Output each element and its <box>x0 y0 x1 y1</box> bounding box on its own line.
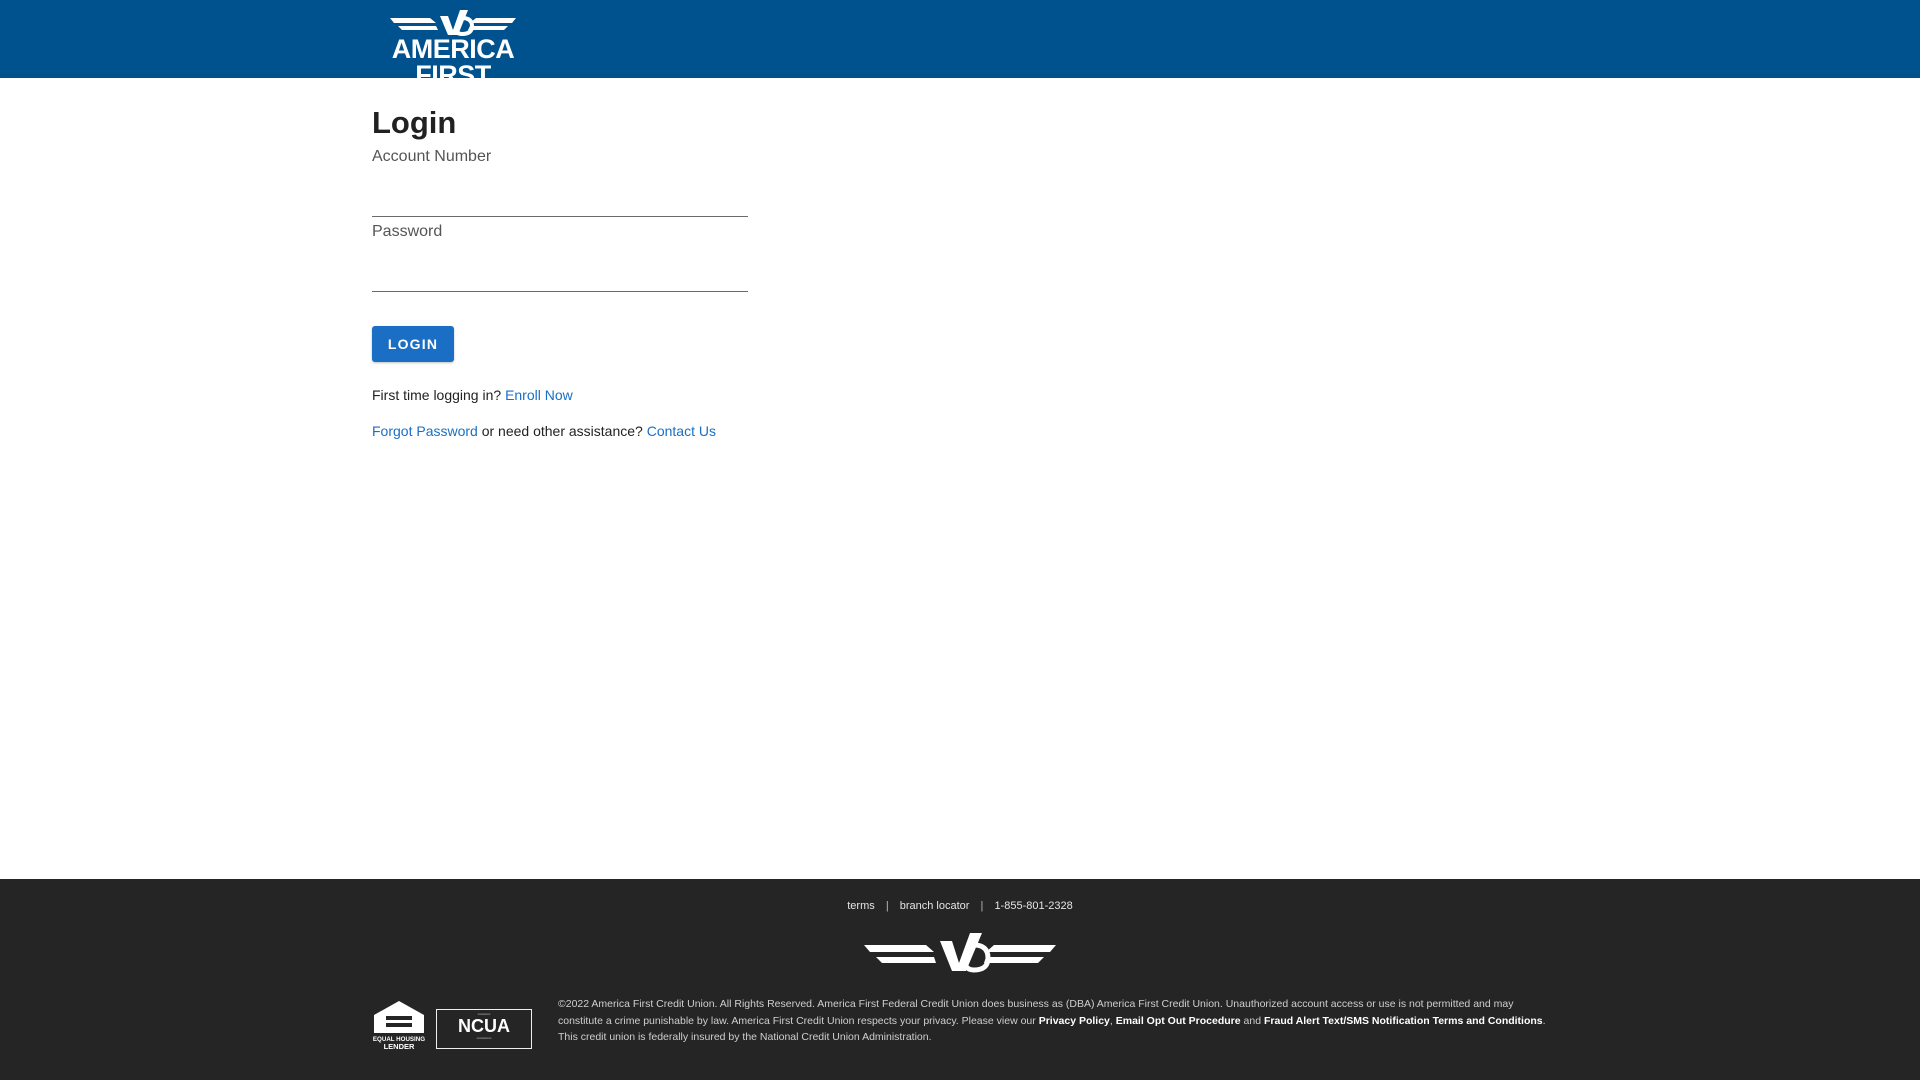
password-label: Password <box>372 223 443 240</box>
account-number-label: Account Number <box>372 148 492 165</box>
page-title: Login <box>372 105 457 140</box>
branch-locator-link[interactable]: branch locator <box>900 900 970 912</box>
enroll-now-link[interactable]: Enroll Now <box>505 387 573 403</box>
eagle-mark-icon <box>864 933 1056 973</box>
footer-separator: | <box>980 900 984 912</box>
equal-housing-lender-icon: EQUAL HOUSING LENDER <box>373 1001 425 1051</box>
ncua-badge: ▪▪▪▪▪▪▪▪▪▪▪▪ NCUA ▪▪▪▪▪▪▪▪▪▪▪▪▪▪ <box>436 1009 532 1049</box>
legal-notice: ©2022 America First Credit Union. All Ri… <box>558 998 1546 1043</box>
page-footer: terms | branch locator | 1-855-801-2328 … <box>0 879 1920 1080</box>
first-time-text: First time logging in? <box>372 387 502 403</box>
footer-separator: | <box>885 900 889 912</box>
footer-links: terms | branch locator | 1-855-801-2328 <box>0 900 1920 912</box>
eagle-logo-icon <box>390 10 516 36</box>
privacy-policy-link[interactable]: Privacy Policy <box>1039 1015 1110 1027</box>
contact-us-link[interactable]: Contact Us <box>647 423 716 439</box>
svg-text:LENDER: LENDER <box>384 1042 415 1051</box>
ncua-bottom-text: ▪▪▪▪▪▪▪▪▪▪▪▪▪▪ <box>476 1036 492 1040</box>
phone-link[interactable]: 1-855-801-2328 <box>994 900 1072 912</box>
account-number-field-group: Account Number <box>372 147 748 217</box>
fraud-alert-terms-link[interactable]: Fraud Alert Text/SMS Notification Terms … <box>1264 1015 1543 1027</box>
password-input[interactable] <box>372 262 748 292</box>
enroll-line: First time logging in? Enroll Now <box>372 386 772 404</box>
brand-logo[interactable]: AMERICA FIRST CREDIT UNION <box>362 8 544 97</box>
forgot-password-link[interactable]: Forgot Password <box>372 423 478 439</box>
and-text: and <box>1243 1014 1262 1027</box>
assistance-text: or need other assistance? <box>481 423 643 439</box>
account-number-input[interactable] <box>372 187 748 217</box>
password-field-group: Password <box>372 222 748 292</box>
brand-subtitle: CREDIT UNION <box>400 88 506 97</box>
login-button[interactable]: LOGIN <box>372 326 454 362</box>
top-header: AMERICA FIRST CREDIT UNION <box>0 0 1920 97</box>
ncua-label: NCUA <box>458 1016 510 1036</box>
login-panel: Login Account Number Password LOGIN Firs… <box>372 104 772 440</box>
terms-link[interactable]: terms <box>847 900 875 912</box>
email-opt-out-link[interactable]: Email Opt Out Procedure <box>1116 1015 1241 1027</box>
brand-name: AMERICA FIRST <box>391 34 515 90</box>
assistance-line: Forgot Password or need other assistance… <box>372 422 772 440</box>
